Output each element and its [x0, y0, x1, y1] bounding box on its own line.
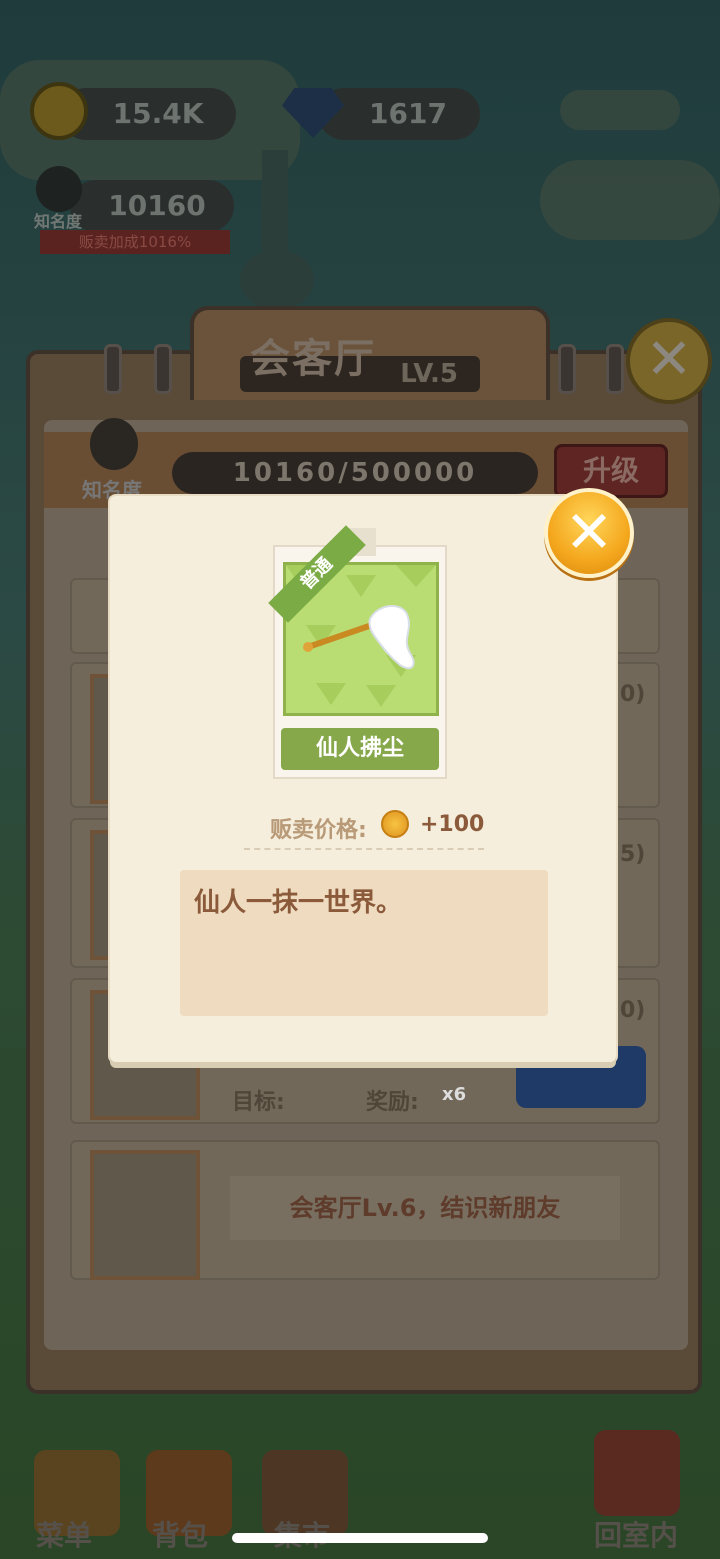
- dock-bag-label[interactable]: 背包: [152, 1514, 208, 1554]
- next-unlock-text: 会客厅Lv.6，结识新朋友: [230, 1176, 620, 1240]
- binder-ring: [606, 344, 624, 394]
- price-value: +100: [420, 812, 485, 837]
- coin-icon: [381, 810, 409, 838]
- reward-count: x6: [442, 1084, 467, 1105]
- fame-label: 知名度: [34, 212, 83, 231]
- close-icon[interactable]: ✕: [626, 318, 712, 404]
- divider: [244, 848, 484, 850]
- dock-back-label[interactable]: 回室内: [594, 1514, 678, 1554]
- target-label: 目标:: [232, 1090, 285, 1115]
- binder-ring: [104, 344, 122, 394]
- back-indoor-icon[interactable]: [594, 1430, 680, 1516]
- row-count: 0): [620, 682, 646, 707]
- upgrade-button[interactable]: 升级: [554, 444, 668, 498]
- cloud: [560, 90, 680, 130]
- locked-portrait: [90, 1150, 200, 1280]
- item-name: 仙人拂尘: [281, 728, 439, 770]
- room-title: 会客厅: [250, 336, 376, 382]
- fame-progress: 10160/500000: [172, 452, 538, 494]
- close-icon[interactable]: ✕: [544, 488, 634, 578]
- home-indicator[interactable]: [232, 1533, 488, 1543]
- person-icon: [36, 166, 82, 212]
- row-count: 5): [620, 842, 646, 867]
- person-icon: [90, 418, 138, 470]
- binder-ring: [558, 344, 576, 394]
- tower-dome: [240, 250, 314, 310]
- cloud: [540, 160, 720, 240]
- sell-bonus-bar: 贩卖加成1016%: [40, 230, 230, 254]
- coin-icon: [30, 82, 88, 140]
- binder-ring: [154, 344, 172, 394]
- dock-menu-label[interactable]: 菜单: [36, 1514, 92, 1554]
- fame-counter: 10160: [70, 180, 234, 232]
- price-label: 贩卖价格:: [270, 818, 367, 843]
- item-description: 仙人一抹一世界。: [194, 888, 403, 918]
- row-count: 0): [620, 998, 646, 1023]
- gem-counter: 1617: [318, 88, 480, 140]
- reward-label: 奖励:: [366, 1090, 419, 1115]
